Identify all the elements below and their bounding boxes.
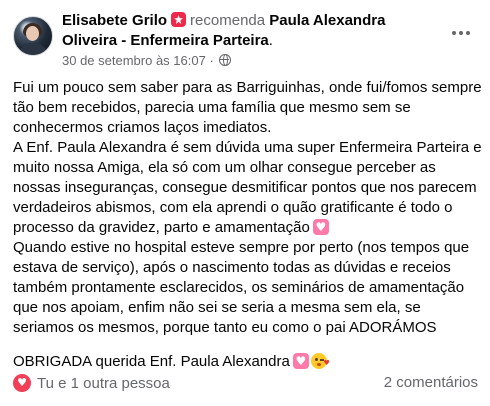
header-period: .: [268, 32, 273, 49]
heart-emoji-icon: [292, 352, 309, 370]
face-blowing-kiss-emoji-icon: ♥: [310, 353, 330, 369]
post-paragraph-2: A Enf. Paula Alexandra é sem dúvida uma …: [13, 138, 483, 238]
comments-count-link[interactable]: 2 comentários: [384, 374, 478, 391]
reactions-text: Tu e 1 outra pessoa: [37, 374, 170, 392]
author-avatar[interactable]: [13, 16, 53, 56]
facebook-post: Elisabete Grilo recomenda Paula Alexandra…: [0, 0, 490, 406]
love-reaction-icon: [13, 374, 31, 392]
paragraph-3-text: Quando estive no hospital esteve sempre …: [13, 239, 470, 336]
author-name[interactable]: Elisabete Grilo: [62, 12, 167, 29]
more-dot-icon: [466, 31, 470, 35]
paragraph-4-text: OBRIGADA querida Enf. Paula Alexandra: [13, 353, 290, 370]
more-options-button[interactable]: [444, 20, 478, 46]
header-line: Elisabete Grilo recomenda Paula Alexandra…: [62, 11, 442, 51]
post-timestamp[interactable]: 30 de setembro às 16:07: [62, 53, 206, 68]
more-dot-icon: [452, 31, 456, 35]
post-meta: 30 de setembro às 16:07 ·: [62, 52, 442, 70]
post-paragraph-4: OBRIGADA querida Enf. Paula Alexandra ♥: [13, 352, 483, 372]
action-text: recomenda: [190, 12, 266, 29]
meta-separator: ·: [209, 53, 214, 68]
paragraph-1-text: Fui um pouco sem saber para as Barriguin…: [13, 79, 482, 136]
post-paragraph-3: Quando estive no hospital esteve sempre …: [13, 238, 483, 338]
avatar-face: [26, 26, 39, 41]
post-header: Elisabete Grilo recomenda Paula Alexandra…: [62, 11, 442, 70]
globe-icon[interactable]: [219, 54, 232, 66]
avatar-body: [19, 43, 47, 55]
post-paragraph-1: Fui um pouco sem saber para as Barriguin…: [13, 78, 483, 138]
post-body: Fui um pouco sem saber para as Barriguin…: [13, 78, 483, 372]
more-dot-icon: [459, 31, 463, 35]
post-footer: Tu e 1 outra pessoa 2 comentários: [13, 374, 478, 394]
recommend-star-icon: [171, 12, 187, 27]
paragraph-2-text: A Enf. Paula Alexandra é sem dúvida uma …: [13, 139, 482, 236]
reactions-summary[interactable]: Tu e 1 outra pessoa: [13, 374, 170, 392]
heart-emoji-icon: [312, 218, 329, 236]
